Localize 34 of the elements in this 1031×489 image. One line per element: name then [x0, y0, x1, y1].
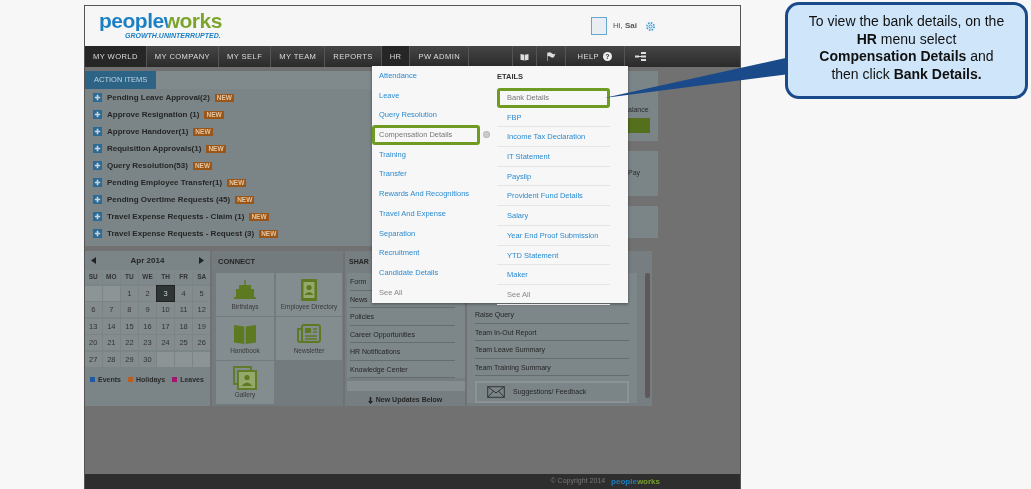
calendar-month: Apr 2014: [130, 254, 165, 267]
action-item-link[interactable]: Approve Resignation (1): [107, 108, 200, 121]
action-item-link[interactable]: Pending Employee Transfer(1): [107, 176, 223, 189]
logo: peopleworks: [99, 10, 222, 32]
plus-icon[interactable]: [93, 110, 102, 119]
book-icon[interactable]: [519, 52, 529, 61]
action-item-link[interactable]: Travel Expense Requests - Request (3): [107, 227, 255, 240]
scrollbar[interactable]: [645, 273, 650, 398]
action-item-link[interactable]: Query Resolution(53): [107, 159, 188, 172]
action-item-link[interactable]: Pending Leave Approval(2): [107, 91, 210, 104]
action-item-link[interactable]: Approve Handover(1): [107, 125, 189, 138]
next-month-button[interactable]: [199, 257, 204, 264]
action-item-link[interactable]: Pending Overtime Requests (45): [107, 193, 231, 206]
plus-icon[interactable]: [93, 195, 102, 204]
prev-month-button[interactable]: [91, 257, 96, 264]
book-icon: [233, 322, 257, 347]
plus-icon[interactable]: [93, 127, 102, 136]
plus-icon[interactable]: [93, 229, 102, 238]
settings-icon[interactable]: [645, 20, 656, 32]
plus-icon[interactable]: [93, 93, 102, 102]
plus-icon[interactable]: [93, 144, 102, 153]
avatar-icon: [591, 17, 607, 35]
plus-icon[interactable]: [93, 161, 102, 170]
action-item-link[interactable]: Travel Expense Requests - Claim (1): [107, 210, 245, 223]
plus-icon[interactable]: [93, 178, 102, 187]
photos-icon: [233, 366, 257, 391]
down-arrow-icon: [367, 396, 373, 404]
plus-icon[interactable]: [93, 212, 102, 221]
flag-icon[interactable]: [545, 52, 556, 61]
callout-text: To view the bank details, on the HR menu select Compensation Details and then click Bank Details.: [785, 2, 1028, 99]
action-item-link[interactable]: Requisition Approvals(1): [107, 142, 202, 155]
sitemap-icon[interactable]: [635, 52, 646, 61]
envelope-icon: [487, 386, 505, 398]
greeting: Hi, Sai: [613, 20, 637, 32]
